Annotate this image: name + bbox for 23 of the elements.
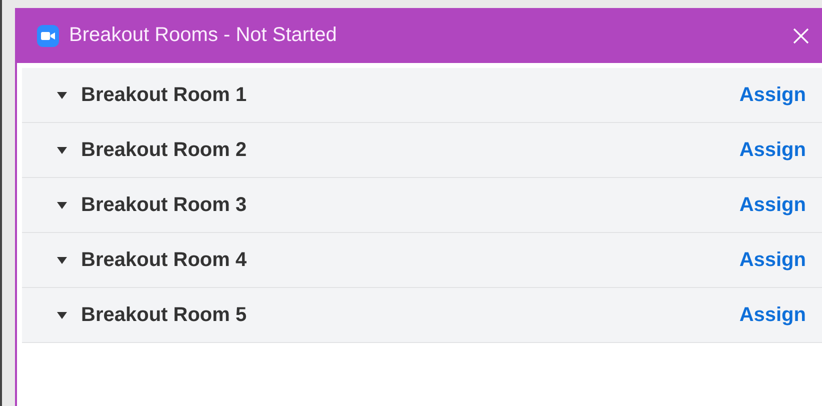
caret-icon <box>57 312 67 318</box>
room-name: Breakout Room 2 <box>81 138 248 162</box>
room-row[interactable]: Breakout Room 3 Assign <box>22 178 822 233</box>
room-row[interactable]: Breakout Room 2 Assign <box>22 123 822 178</box>
assign-link[interactable]: Assign <box>739 304 806 326</box>
assign-link[interactable]: Assign <box>739 138 806 162</box>
room-name: Breakout Room 4 <box>81 248 248 272</box>
assign-link[interactable]: Assign <box>739 248 806 272</box>
room-row[interactable]: Breakout Room 5 Assign <box>22 288 822 343</box>
room-name: Breakout Room 1 <box>81 84 248 106</box>
assign-link[interactable]: Assign <box>739 194 806 216</box>
room-name: Breakout Room 5 <box>81 304 248 326</box>
caret-icon <box>57 256 67 264</box>
caret-icon <box>57 146 67 154</box>
room-name: Breakout Room 3 <box>81 194 248 216</box>
assign-link[interactable]: Assign <box>739 84 806 106</box>
room-row[interactable]: Breakout Room 1 Assign <box>22 68 822 123</box>
close-icon <box>792 26 810 44</box>
caret-icon <box>57 92 67 98</box>
video-camera-icon <box>37 24 59 46</box>
window-title: Breakout Rooms - Not Started <box>69 24 338 47</box>
room-row[interactable]: Breakout Room 4 Assign <box>22 233 822 288</box>
caret-icon <box>57 202 67 208</box>
